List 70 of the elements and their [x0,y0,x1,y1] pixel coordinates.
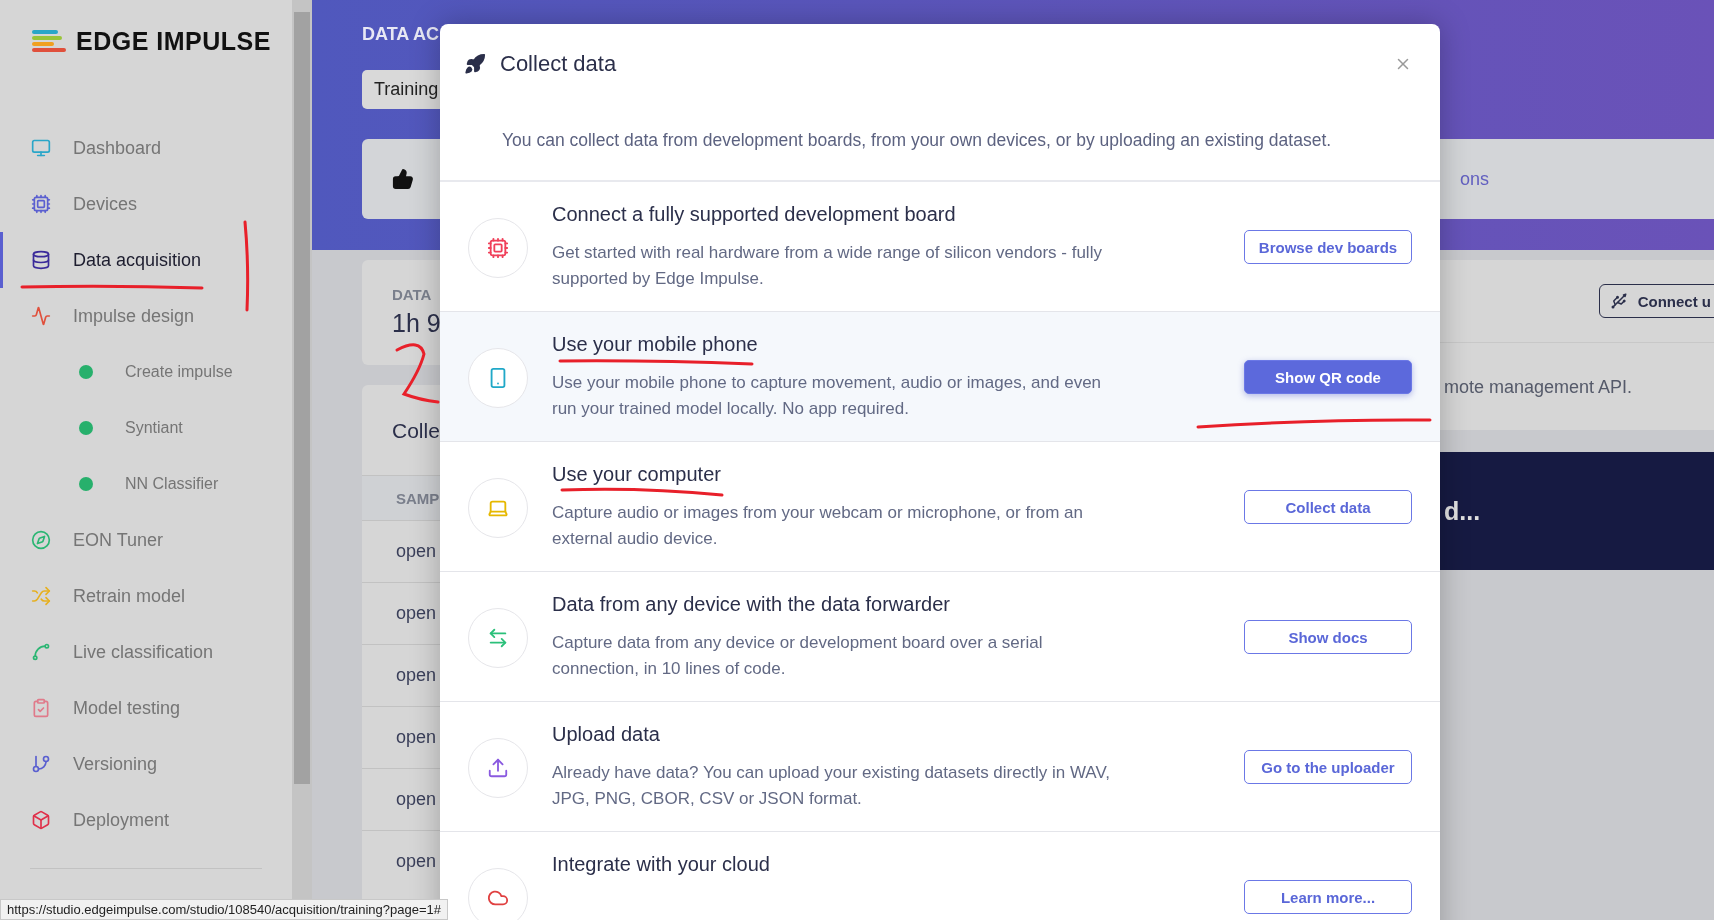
branch-icon [31,754,51,774]
table-cell[interactable]: open [396,789,437,810]
nav-item[interactable]: Retrain model [0,568,292,624]
table-cell[interactable]: open [396,603,437,624]
option-title: Use your mobile phone [552,332,758,356]
arrows-icon [487,627,509,649]
nav-item[interactable]: Dashboard [0,120,292,176]
connect-button[interactable]: Connect u [1598,284,1714,318]
nav-item[interactable]: Devices [0,176,292,232]
table-cell[interactable]: open [396,665,437,686]
option-description: Capture audio or images from your webcam or microphone, or from an external audio device. [552,502,1084,550]
clipboard-icon [31,698,51,718]
scrollbar-thumb[interactable] [294,12,310,784]
chip-icon [31,194,51,214]
option-title: Use your computer [552,462,721,486]
table-cell[interactable]: open [396,727,437,748]
option-button[interactable]: Show docs [1244,620,1412,654]
nav-item[interactable]: Impulse design [0,288,292,344]
option-button[interactable]: Show QR code [1244,360,1412,394]
database-icon [31,250,51,270]
page-title: DATA AC [362,24,440,46]
rocket-icon [464,53,486,75]
option-description: Get started with real hardware from a wide range of silicon vendors - fully supported by Edge Impulse. [552,242,1103,290]
card-title: Colle [392,419,440,442]
cube-icon [31,810,51,830]
monitor-icon [31,138,51,158]
chip-icon [487,237,509,259]
data-value: 1h 9 [392,309,441,338]
pulse-icon [31,306,51,326]
logo-text: EDGE IMPULSE [76,26,271,56]
compass-icon [31,530,51,550]
usb-icon [1609,292,1628,310]
handwritten-mark [395,343,440,404]
banner-text: d... [1444,496,1481,526]
option-title: Connect a fully supported development board [552,202,956,226]
nav-item[interactable]: EON Tuner [0,512,292,568]
thumbs-up-icon [392,168,414,190]
option-button[interactable]: Browse dev boards [1244,230,1412,264]
option-title: Upload data [552,722,660,746]
option-button[interactable]: Collect data [1244,490,1412,524]
status-dot [79,421,93,435]
data-label: DATA [392,286,432,303]
card-text: mote management API. [1443,376,1634,398]
option-description: Already have data? You can upload your existing datasets directly in WAV, JPG, PNG, CBOR, CSV or JSON format. [552,762,1111,810]
option-description: Capture data from any device or development board over a serial connection, in 10 lines of code. [552,632,1044,680]
logo-icon [30,28,66,54]
upload-icon [487,757,509,779]
option-button[interactable]: Go to the uploader [1244,750,1412,784]
nav-item[interactable]: Live classification [0,624,292,680]
status-dot [79,365,93,379]
status-bar-url: https://studio.edgeimpulse.com/studio/108540/acquisition/training?page=1# [0,899,448,920]
column-header: SAMP [396,489,440,507]
nav-item[interactable]: Model testing [0,680,292,736]
status-dot [79,477,93,491]
nav-item[interactable]: Create impulse [0,344,292,400]
shuffle-icon [31,586,51,606]
link[interactable]: ons [1460,168,1714,190]
option-title: Data from any device with the data forwarder [552,592,950,616]
option-description: Use your mobile phone to capture movement, audio or images, and even run your trained model locally. No app required. [552,372,1103,420]
table-cell[interactable]: open [396,541,437,562]
dialog-title: Collect data [500,51,618,77]
option-button[interactable]: Learn more... [1244,880,1412,914]
nav-item[interactable]: Deployment [0,792,292,848]
nav-item[interactable]: NN Classifier [0,456,292,512]
scrollbar[interactable] [292,0,312,900]
option-title: Integrate with your cloud [552,852,770,876]
nav-item[interactable]: Versioning [0,736,292,792]
nav-item[interactable]: Syntiant [0,400,292,456]
table-cell[interactable]: open [396,851,437,872]
curve-icon [31,642,51,662]
